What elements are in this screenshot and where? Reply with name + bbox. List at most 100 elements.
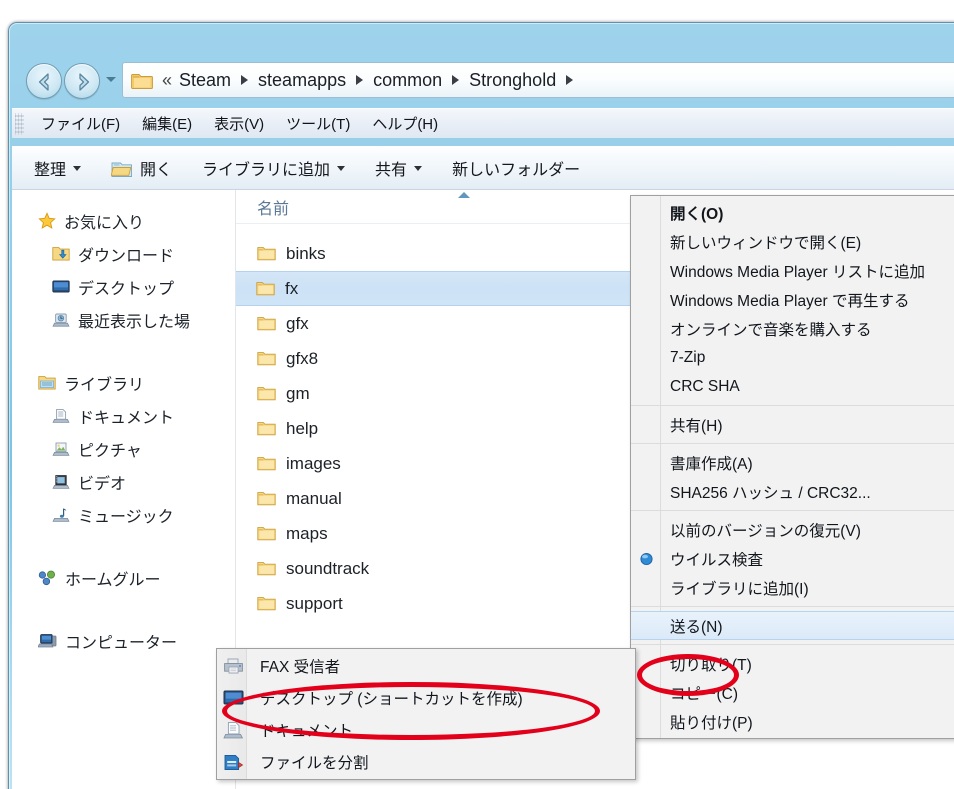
menubar-item-help[interactable]: ヘルプ(H): [361, 111, 449, 136]
menubar-item-file[interactable]: ファイル(F): [30, 111, 131, 136]
context-menu-item-paste[interactable]: 貼り付け(P): [631, 707, 954, 736]
context-menu-item-label: 以前のバージョンの復元(V): [670, 522, 861, 540]
toolbar-add-to-library-button[interactable]: ライブラリに追加: [202, 156, 346, 180]
sidebar-item-libraries[interactable]: ライブラリ: [12, 366, 235, 399]
chevron-down-icon: [414, 165, 423, 171]
breadcrumb-separator-icon[interactable]: [356, 75, 364, 85]
toolbar-organize-button[interactable]: 整理: [34, 156, 82, 180]
folder-icon: [257, 595, 276, 612]
sidebar-item-label: ダウンロード: [78, 247, 175, 265]
submenu-item-fax-recipient[interactable]: FAX 受信者: [217, 650, 635, 682]
back-arrow-icon: [38, 73, 49, 91]
nav-group-spacer: [12, 340, 235, 366]
context-menu-item-share[interactable]: 共有(H): [631, 410, 954, 439]
sidebar-item-recent-places[interactable]: 最近表示した場: [12, 303, 235, 336]
context-menu-item-open-new-window[interactable]: 新しいウィンドウで開く(E): [631, 227, 954, 256]
breadcrumb-separator-icon[interactable]: [452, 75, 460, 85]
context-menu-item-label: ライブラリに追加(I): [670, 580, 809, 598]
folder-icon: [257, 315, 276, 332]
sidebar-item-downloads[interactable]: ダウンロード: [12, 237, 235, 270]
context-menu-item-label: Windows Media Player リストに追加: [670, 263, 925, 281]
submenu-item-split-file[interactable]: ファイルを分割: [217, 746, 635, 778]
breadcrumb-item-steam[interactable]: Steam: [177, 70, 233, 91]
folder-icon: [257, 420, 276, 437]
context-menu-item-add-to-library[interactable]: ライブラリに追加(I): [631, 573, 954, 602]
sidebar-item-label: ドキュメント: [78, 409, 175, 427]
context-menu-item-label: Windows Media Player で再生する: [670, 292, 910, 310]
back-button[interactable]: [26, 63, 62, 99]
sort-ascending-icon[interactable]: [458, 192, 470, 198]
context-menu-item-wmp-play[interactable]: Windows Media Player で再生する: [631, 285, 954, 314]
nav-group-spacer: [12, 535, 235, 561]
context-menu-item-wmp-add-to-list[interactable]: Windows Media Player リストに追加: [631, 256, 954, 285]
context-menu-item-send-to[interactable]: 送る(N): [631, 611, 954, 640]
send-to-submenu: FAX 受信者 デスクトップ (ショートカットを作成) ドキュメント ファイルを…: [216, 648, 636, 780]
folder-icon: [257, 455, 276, 472]
file-name: images: [286, 453, 341, 473]
sidebar-item-pictures[interactable]: ピクチャ: [12, 432, 235, 465]
breadcrumb-ellipsis[interactable]: «: [162, 70, 172, 91]
file-name: gm: [286, 383, 310, 403]
menubar-item-view[interactable]: 表示(V): [203, 111, 275, 136]
context-menu-item-copy[interactable]: コピー(C): [631, 678, 954, 707]
context-menu-separator: [631, 510, 954, 511]
address-bar[interactable]: « Steam steamapps common Stronghold: [122, 62, 954, 98]
history-dropdown-button[interactable]: [106, 77, 116, 82]
submenu-item-documents[interactable]: ドキュメント: [217, 714, 635, 746]
context-menu-item-crc-sha[interactable]: CRC SHA: [631, 372, 954, 401]
breadcrumb-item-steamapps[interactable]: steamapps: [256, 70, 348, 91]
context-menu-item-label: 7-Zip: [670, 348, 706, 366]
file-name: manual: [286, 488, 342, 508]
context-menu-item-sha256-crc32[interactable]: SHA256 ハッシュ / CRC32...: [631, 477, 954, 506]
context-menu-item-restore-previous-versions[interactable]: 以前のバージョンの復元(V): [631, 515, 954, 544]
submenu-item-label: ファイルを分割: [260, 755, 369, 772]
chevron-down-icon: [337, 165, 346, 171]
nav-group-libraries: ライブラリ ドキュメント ピクチャ ビデオ ミュージック: [12, 366, 235, 531]
context-menu-item-label: 切り取り(T): [670, 656, 752, 674]
context-menu-item-virus-scan[interactable]: ウイルス検査: [631, 544, 954, 573]
file-name: gfx: [286, 313, 309, 333]
context-menu-item-label: コピー(C): [670, 685, 739, 703]
sidebar-item-favorites[interactable]: お気に入り: [12, 204, 235, 237]
toolbar-share-button[interactable]: 共有: [375, 156, 423, 180]
breadcrumb-separator-icon[interactable]: [241, 75, 249, 85]
folder-icon: [257, 560, 276, 577]
context-menu-item-label: 書庫作成(A): [670, 455, 753, 473]
desktop-monitor-icon: [52, 279, 70, 295]
breadcrumb-separator-icon[interactable]: [566, 75, 574, 85]
submenu-item-desktop-create-shortcut[interactable]: デスクトップ (ショートカットを作成): [217, 682, 635, 714]
context-menu-item-label: CRC SHA: [670, 377, 740, 395]
context-menu-item-label: 貼り付け(P): [670, 714, 753, 732]
context-menu-item-create-archive[interactable]: 書庫作成(A): [631, 448, 954, 477]
folder-icon: [257, 350, 276, 367]
file-name: maps: [286, 523, 328, 543]
sidebar-item-label: ビデオ: [78, 475, 127, 493]
context-menu: 開く(O) 新しいウィンドウで開く(E) Windows Media Playe…: [630, 195, 954, 739]
sidebar-item-computer[interactable]: コンピューター: [12, 624, 235, 657]
folder-icon: [131, 73, 153, 89]
context-menu-item-cut[interactable]: 切り取り(T): [631, 649, 954, 678]
menubar-item-tools[interactable]: ツール(T): [275, 111, 361, 136]
sidebar-item-videos[interactable]: ビデオ: [12, 465, 235, 498]
toolbar-open-label: 開く: [140, 162, 173, 179]
sidebar-item-label: ミュージック: [78, 508, 174, 526]
menu-grip-handle[interactable]: [15, 112, 24, 135]
forward-button[interactable]: [64, 63, 100, 99]
sidebar-item-desktop[interactable]: デスクトップ: [12, 270, 235, 303]
context-menu-item-7zip[interactable]: 7-Zip: [631, 343, 954, 372]
context-menu-item-buy-music-online[interactable]: オンラインで音楽を購入する: [631, 314, 954, 343]
screenshot-root: « Steam steamapps common Stronghold ファイル…: [0, 0, 954, 789]
context-menu-item-label: SHA256 ハッシュ / CRC32...: [670, 484, 871, 502]
toolbar-share-label: 共有: [375, 162, 408, 179]
sidebar-item-music[interactable]: ミュージック: [12, 498, 235, 531]
toolbar-open-button[interactable]: 開く: [111, 156, 172, 180]
breadcrumb-item-common[interactable]: common: [371, 70, 444, 91]
sidebar-item-homegroup[interactable]: ホームグルー: [12, 561, 235, 594]
menubar-item-edit[interactable]: 編集(E): [131, 111, 203, 136]
breadcrumb-item-stronghold[interactable]: Stronghold: [467, 70, 558, 91]
context-menu-item-open[interactable]: 開く(O): [631, 198, 954, 227]
music-icon: [52, 507, 70, 523]
sidebar-item-documents[interactable]: ドキュメント: [12, 399, 235, 432]
toolbar-new-folder-button[interactable]: 新しいフォルダー: [452, 156, 580, 180]
file-name: binks: [286, 243, 326, 263]
